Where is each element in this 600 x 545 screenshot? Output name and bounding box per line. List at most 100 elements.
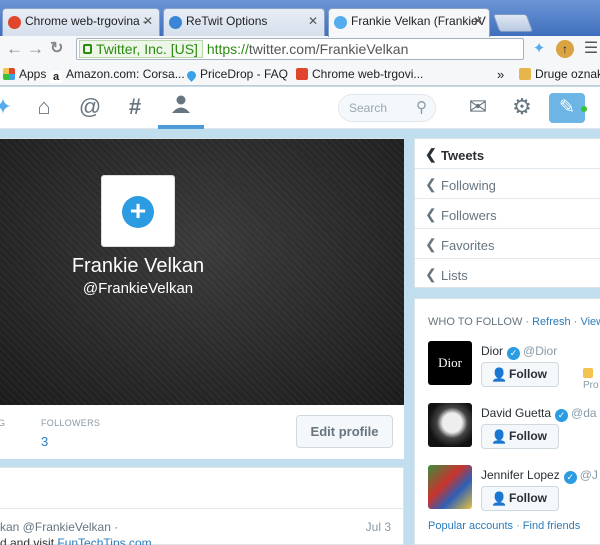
wtf-account-name[interactable]: Dior ✓ @Dior — [481, 344, 557, 360]
bookmark-chrome-store[interactable]: Chrome web-trgovi... — [296, 67, 423, 81]
bookmarks-overflow[interactable]: » — [497, 67, 504, 82]
menu-icon[interactable]: ☰ — [582, 40, 600, 58]
tab-title: Frankie Velkan (FrankieV — [351, 14, 486, 28]
profile-card: + Frankie Velkan @FrankieVelkan G FOLLOW… — [0, 138, 404, 459]
wtf-footer: Popular accounts · Find friends — [428, 520, 580, 532]
close-icon[interactable]: ✕ — [473, 14, 483, 28]
promoted-icon — [583, 368, 593, 378]
wtf-account-name[interactable]: Jennifer Lopez ✓ @J — [481, 468, 598, 484]
wtf-title: WHO TO FOLLOW · — [428, 316, 530, 328]
avatar[interactable] — [428, 403, 472, 447]
close-icon[interactable]: ✕ — [308, 14, 318, 28]
reload-icon[interactable]: ↻ — [50, 39, 63, 59]
search-icon[interactable]: ⚲ — [416, 98, 427, 116]
browser-tab-twitter[interactable]: Frankie Velkan (FrankieV ✕ — [328, 8, 490, 37]
chrome-store-icon — [8, 16, 21, 29]
sidenav-label: Favorites — [441, 238, 495, 253]
avatar[interactable]: + — [101, 175, 175, 247]
chevron-left-icon: ❮ — [425, 176, 437, 192]
edit-profile-button[interactable]: Edit profile — [296, 415, 393, 448]
tab-title: ReTwit Options — [186, 14, 268, 28]
hash-icon[interactable]: # — [120, 93, 150, 121]
compose-tweet-button[interactable]: ✎ — [549, 93, 585, 123]
follow-button[interactable]: 👤 Follow — [481, 486, 559, 511]
account-handle: @Dior — [523, 344, 558, 358]
avatar[interactable]: Dior — [428, 341, 472, 385]
account-name: David Guetta — [481, 406, 552, 420]
new-tab-button[interactable] — [492, 14, 534, 32]
home-icon[interactable]: ⌂ — [29, 93, 59, 121]
forward-arrow-icon[interactable]: → — [27, 39, 44, 59]
twitter-top-bar: ✦ ⌂ @ # Search ⚲ ✉ ⚙ ✎ — [0, 87, 600, 129]
search-input[interactable]: Search ⚲ — [338, 94, 436, 122]
envelope-icon[interactable]: ✉ — [463, 93, 493, 121]
stat-label: G — [0, 418, 6, 428]
verified-check-icon: ✓ — [507, 347, 521, 360]
sidenav-item-lists[interactable]: ❮ Lists — [415, 259, 600, 289]
wtf-refresh-link[interactable]: Refresh — [532, 316, 571, 328]
tweet-date[interactable]: Jul 3 — [366, 520, 391, 534]
wtf-account-name[interactable]: David Guetta ✓ @da — [481, 406, 597, 422]
bookmark-label: PriceDrop - FAQ — [200, 67, 289, 81]
back-arrow-icon[interactable]: ← — [6, 39, 23, 59]
add-user-icon: 👤 — [491, 367, 508, 382]
sidenav-item-favorites[interactable]: ❮ Favorites — [415, 229, 600, 259]
find-friends-link[interactable]: Find friends — [523, 520, 580, 532]
at-icon[interactable]: @ — [75, 93, 105, 121]
wtf-account: Jennifer Lopez ✓ @J 👤 Follow — [428, 465, 600, 525]
stat-label-followers[interactable]: FOLLOWERS — [41, 418, 100, 428]
tweet-author[interactable]: kan @FrankieVelkan · — [0, 520, 118, 534]
sidenav-item-followers[interactable]: ❮ Followers — [415, 199, 600, 229]
amazon-icon: a — [50, 71, 62, 83]
upload-extension-icon[interactable]: ↑ — [556, 40, 574, 58]
who-to-follow-panel: WHO TO FOLLOW · Refresh · View a Dior Di… — [414, 298, 600, 545]
separator: · — [516, 520, 520, 532]
twitter-bird-icon — [334, 16, 347, 29]
avatar[interactable] — [428, 465, 472, 509]
lock-icon — [83, 44, 92, 54]
sidenav-item-following[interactable]: ❮ Following — [415, 169, 600, 199]
chrome-store-icon — [296, 68, 308, 80]
follow-button[interactable]: 👤 Follow — [481, 362, 559, 387]
quill-icon: ✎ — [559, 97, 575, 118]
profile-side-nav: ❮ Tweets ❮ Following ❮ Followers ❮ Favorites… — [414, 138, 600, 288]
browser-tab-retwit[interactable]: ReTwit Options ✕ — [163, 8, 325, 36]
popular-accounts-link[interactable]: Popular accounts — [428, 520, 513, 532]
browser-tab-chrome-store[interactable]: Chrome web-trgovina - ✕ — [2, 8, 160, 36]
address-bar[interactable]: Twitter, Inc. [US] https://twitter.com/F… — [76, 38, 524, 60]
profile-banner: + Frankie Velkan @FrankieVelkan — [0, 139, 404, 405]
browser-tab-strip: Chrome web-trgovina - ✕ ReTwit Options ✕… — [0, 0, 600, 37]
follow-label: Follow — [509, 491, 547, 505]
add-photo-icon[interactable]: + — [122, 196, 154, 228]
tweet-text-prefix: d and visit — [0, 536, 58, 545]
twitter-bird-icon[interactable]: ✦ — [0, 93, 18, 121]
sidenav-item-tweets[interactable]: ❮ Tweets — [415, 139, 600, 169]
close-icon[interactable]: ✕ — [143, 14, 153, 28]
wtf-view-all-link[interactable]: View a — [580, 316, 600, 328]
follow-button[interactable]: 👤 Follow — [481, 424, 559, 449]
ssl-label: Twitter, Inc. [US] — [96, 41, 198, 57]
avatar-text: Dior — [438, 355, 462, 370]
bookmark-label: Amazon.com: Corsa... — [66, 67, 185, 81]
bookmark-other[interactable]: Druge oznake — [519, 67, 600, 81]
separator: · — [573, 316, 578, 328]
profile-stats: G FOLLOWERS 3 Edit profile — [0, 405, 404, 459]
bookmark-pricedrop[interactable]: PriceDrop - FAQ — [185, 67, 289, 82]
chevron-left-icon: ❮ — [425, 266, 437, 282]
stat-value-followers[interactable]: 3 — [41, 434, 48, 449]
verified-check-icon: ✓ — [555, 409, 569, 422]
twitter-extension-icon[interactable]: ✦ — [530, 40, 548, 58]
sidenav-label: Tweets — [441, 148, 485, 163]
person-icon[interactable] — [166, 93, 196, 121]
bookmark-label: Druge oznake — [535, 67, 600, 81]
sidenav-label: Following — [441, 178, 496, 193]
bookmark-amazon[interactable]: a Amazon.com: Corsa... — [50, 67, 185, 83]
chevron-left-icon: ❮ — [425, 236, 437, 252]
gear-icon[interactable]: ⚙ — [507, 93, 537, 121]
bookmark-label: Apps — [19, 67, 47, 81]
tweet-link[interactable]: FunTechTips.com — [57, 536, 151, 545]
ssl-indicator[interactable]: Twitter, Inc. [US] — [79, 40, 203, 58]
profile-name: Frankie Velkan — [71, 255, 205, 277]
bookmark-apps[interactable]: Apps — [3, 67, 46, 81]
chevron-left-icon: ❮ — [425, 146, 437, 162]
